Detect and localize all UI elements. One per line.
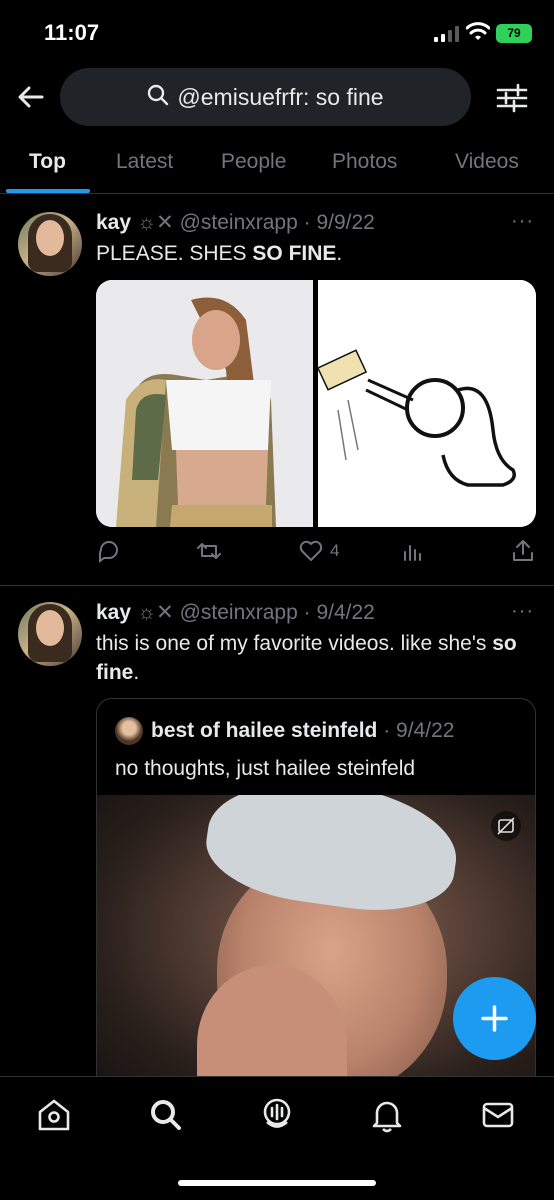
quoted-header: best of hailee steinfeld · 9/4/22 (151, 719, 454, 743)
messages-icon[interactable] (478, 1095, 518, 1135)
tweet-text: this is one of my favorite videos. like … (96, 632, 517, 684)
media-badge-icon (491, 811, 521, 841)
home-indicator (178, 1180, 376, 1186)
search-icon[interactable] (146, 1095, 186, 1135)
name-emoji: ☼✕ (136, 601, 174, 624)
avatar[interactable] (18, 602, 82, 666)
compose-button[interactable] (453, 977, 536, 1060)
more-options-icon[interactable]: ··· (511, 600, 534, 623)
quoted-date: · 9/4/22 (383, 719, 455, 742)
tweet[interactable]: kay ☼✕ @steinxrapp · 9/4/22 ··· this is … (0, 0, 554, 1098)
spaces-icon[interactable] (257, 1095, 297, 1135)
quoted-display-name: best of hailee steinfeld (151, 719, 378, 742)
quoted-text: no thoughts, just hailee steinfeld (115, 757, 416, 780)
home-icon[interactable] (34, 1095, 74, 1135)
display-name[interactable]: kay (96, 601, 131, 624)
handle[interactable]: @steinxrapp (180, 601, 298, 624)
plus-icon (481, 1005, 508, 1032)
quoted-avatar (115, 717, 143, 745)
notifications-icon[interactable] (367, 1095, 407, 1135)
tweet-header: kay ☼✕ @steinxrapp · 9/4/22 (96, 600, 375, 625)
tweet-date: · 9/4/22 (303, 601, 375, 624)
